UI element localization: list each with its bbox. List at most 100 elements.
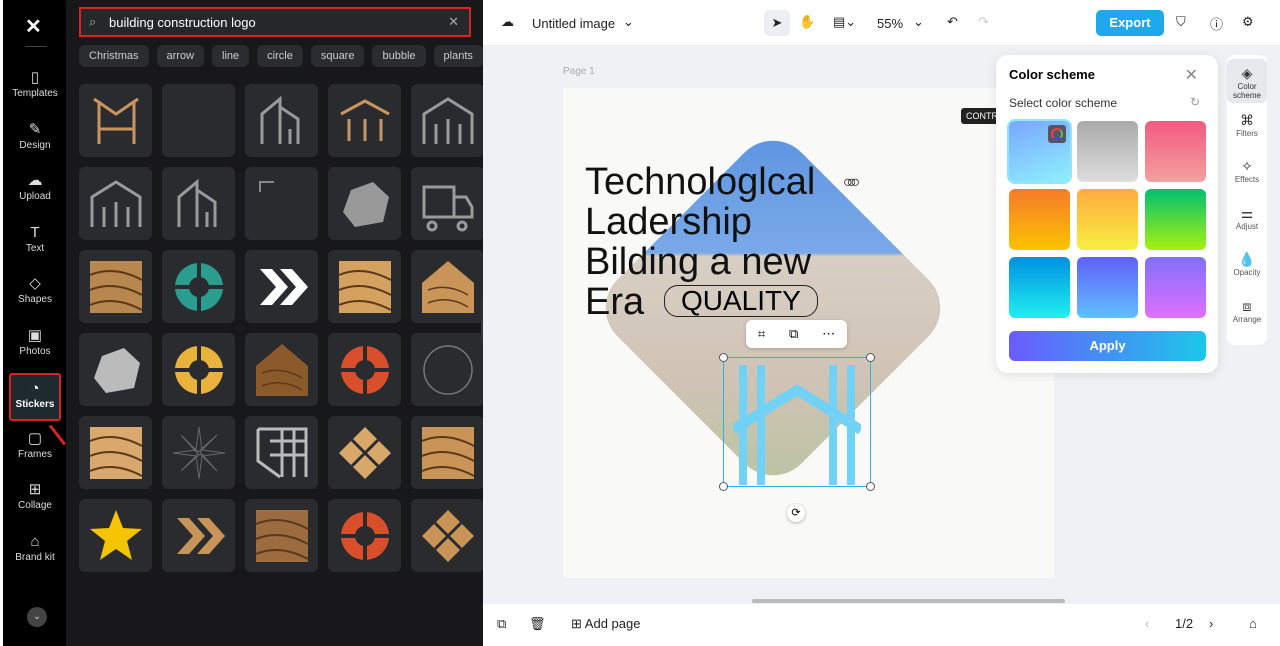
tag-chip[interactable]: bubble xyxy=(372,45,426,67)
shield-icon[interactable]: ⛉ xyxy=(1176,14,1186,30)
sticker-h-frame[interactable] xyxy=(79,84,152,157)
sticker-wood-house[interactable] xyxy=(245,333,318,406)
sticker-circle-split[interactable] xyxy=(328,499,401,572)
color-swatch[interactable] xyxy=(1009,189,1070,250)
apply-button[interactable]: Apply xyxy=(1009,331,1206,361)
redo-icon[interactable]: ↷ xyxy=(978,14,989,30)
selection-box[interactable] xyxy=(723,357,871,487)
help-icon[interactable]: ⓘ xyxy=(1210,14,1223,33)
sticker-building[interactable] xyxy=(245,84,318,157)
search-input[interactable]: ⌕ building construction logo ✕ xyxy=(79,7,471,37)
tool-arrange[interactable]: ⧈ Arrange xyxy=(1227,292,1267,336)
tag-chip[interactable]: plants xyxy=(433,45,483,67)
cloud-save-icon[interactable]: ☁ xyxy=(501,14,514,30)
resize-handle[interactable] xyxy=(719,353,728,362)
rail-item-design[interactable]: ✎ Design xyxy=(9,116,61,164)
select-tool-icon[interactable]: ➤ xyxy=(764,10,790,36)
rail-item-brand-kit[interactable]: ⌂ Brand kit xyxy=(9,528,61,576)
sticker-burst[interactable] xyxy=(162,416,235,489)
color-swatch[interactable] xyxy=(1007,119,1072,184)
sticker-circle-split[interactable] xyxy=(162,250,235,323)
sticker-star[interactable] xyxy=(79,499,152,572)
rail-item-stickers[interactable]: ◔ Stickers xyxy=(9,373,61,421)
add-page-button[interactable]: ⊞ Add page xyxy=(571,616,640,632)
sticker-circle-split[interactable] xyxy=(328,333,401,406)
tag-chip[interactable]: square xyxy=(310,45,365,67)
color-swatch[interactable] xyxy=(1145,121,1206,182)
rail-item-photos[interactable]: ▣ Photos xyxy=(9,322,61,370)
sticker-chevrons[interactable] xyxy=(162,499,235,572)
resize-handle[interactable] xyxy=(719,482,728,491)
sticker-rock[interactable] xyxy=(79,333,152,406)
tag-chip[interactable]: line xyxy=(212,45,250,67)
tool-adjust[interactable]: ⚌ Adjust xyxy=(1227,199,1267,243)
delete-icon[interactable]: 🗑 xyxy=(529,616,546,632)
sticker-roof-bars[interactable] xyxy=(328,84,401,157)
copy-page-icon[interactable]: ⧉ xyxy=(497,616,506,632)
color-swatch[interactable] xyxy=(1009,257,1070,318)
document-title[interactable]: Untitled image xyxy=(532,16,615,31)
page-label: Page 1 xyxy=(563,66,595,77)
tool-effects[interactable]: ✧ Effects xyxy=(1227,152,1267,196)
title-dropdown-icon[interactable]: ⌄ xyxy=(623,14,634,30)
sticker-diamond[interactable] xyxy=(411,499,484,572)
more-chevron-icon[interactable]: ⌄ xyxy=(27,607,47,627)
color-swatch[interactable] xyxy=(1145,257,1206,318)
sticker-wood-house[interactable] xyxy=(411,250,484,323)
layout-icon[interactable]: ▤⌄ xyxy=(833,14,856,30)
resize-handle[interactable] xyxy=(866,482,875,491)
clear-icon[interactable]: ✕ xyxy=(448,14,459,30)
sticker-house-bars[interactable] xyxy=(411,84,484,157)
prev-page-icon[interactable]: ‹ xyxy=(1145,616,1149,631)
zoom-level[interactable]: 55% xyxy=(877,16,903,31)
color-swatch[interactable] xyxy=(1077,189,1138,250)
rail-item-text[interactable]: T Text xyxy=(9,219,61,267)
sticker-wood[interactable] xyxy=(79,250,152,323)
sticker-blank[interactable] xyxy=(162,84,235,157)
sticker-wood[interactable] xyxy=(245,499,318,572)
sticker-house-bars[interactable] xyxy=(79,167,152,240)
hand-tool-icon[interactable]: ✋ xyxy=(799,14,815,30)
more-icon[interactable]: ⋯ xyxy=(822,326,835,342)
tool-color-scheme[interactable]: ◈ Color scheme xyxy=(1227,59,1267,103)
capcut-logo[interactable]: ✕ xyxy=(25,14,42,39)
sticker-building[interactable] xyxy=(162,167,235,240)
export-button[interactable]: Export xyxy=(1096,10,1164,36)
close-icon[interactable]: ✕ xyxy=(1185,65,1198,85)
reset-icon[interactable]: ↻ xyxy=(1190,95,1200,109)
sticker-ring[interactable] xyxy=(411,333,484,406)
settings-icon[interactable]: ⚙ xyxy=(1242,14,1254,30)
rail-item-templates[interactable]: ▯ Templates xyxy=(9,64,61,112)
tool-filters[interactable]: ⌘ Filters xyxy=(1227,106,1267,150)
color-swatch[interactable] xyxy=(1077,121,1138,182)
next-page-icon[interactable]: › xyxy=(1209,616,1213,631)
rail-item-shapes[interactable]: ◇ Shapes xyxy=(9,270,61,318)
color-swatch[interactable] xyxy=(1077,257,1138,318)
rail-item-collage[interactable]: ⊞ Collage xyxy=(9,476,61,524)
zoom-dropdown-icon[interactable]: ⌄ xyxy=(913,14,924,30)
crop-icon[interactable]: ⌗ xyxy=(758,326,765,342)
rail-item-upload[interactable]: ☁ Upload xyxy=(9,167,61,215)
sticker-wood[interactable] xyxy=(79,416,152,489)
sticker-grid[interactable] xyxy=(245,416,318,489)
sticker-wood[interactable] xyxy=(411,416,484,489)
sticker-corner[interactable] xyxy=(245,167,318,240)
sticker-chevrons[interactable] xyxy=(245,250,318,323)
duplicate-icon[interactable]: ⧉ xyxy=(789,326,798,342)
tag-chip[interactable]: arrow xyxy=(156,45,205,67)
undo-icon[interactable]: ↶ xyxy=(947,14,958,30)
tool-opacity[interactable]: 💧 Opacity xyxy=(1227,245,1267,289)
layers-icon[interactable]: ⌂ xyxy=(1249,616,1257,631)
color-wheel-icon[interactable] xyxy=(1048,125,1066,143)
resize-handle[interactable] xyxy=(866,353,875,362)
color-swatch[interactable] xyxy=(1145,189,1206,250)
quality-badge[interactable]: QUALITY xyxy=(664,285,818,317)
sticker-circle-split[interactable] xyxy=(162,333,235,406)
tag-chip[interactable]: Christmas xyxy=(79,45,149,67)
rotate-handle-icon[interactable]: ⟳ xyxy=(787,504,805,522)
sticker-rock[interactable] xyxy=(328,167,401,240)
tag-chip[interactable]: circle xyxy=(257,45,303,67)
sticker-wood[interactable] xyxy=(328,250,401,323)
sticker-diamond[interactable] xyxy=(328,416,401,489)
sticker-truck[interactable] xyxy=(411,167,484,240)
